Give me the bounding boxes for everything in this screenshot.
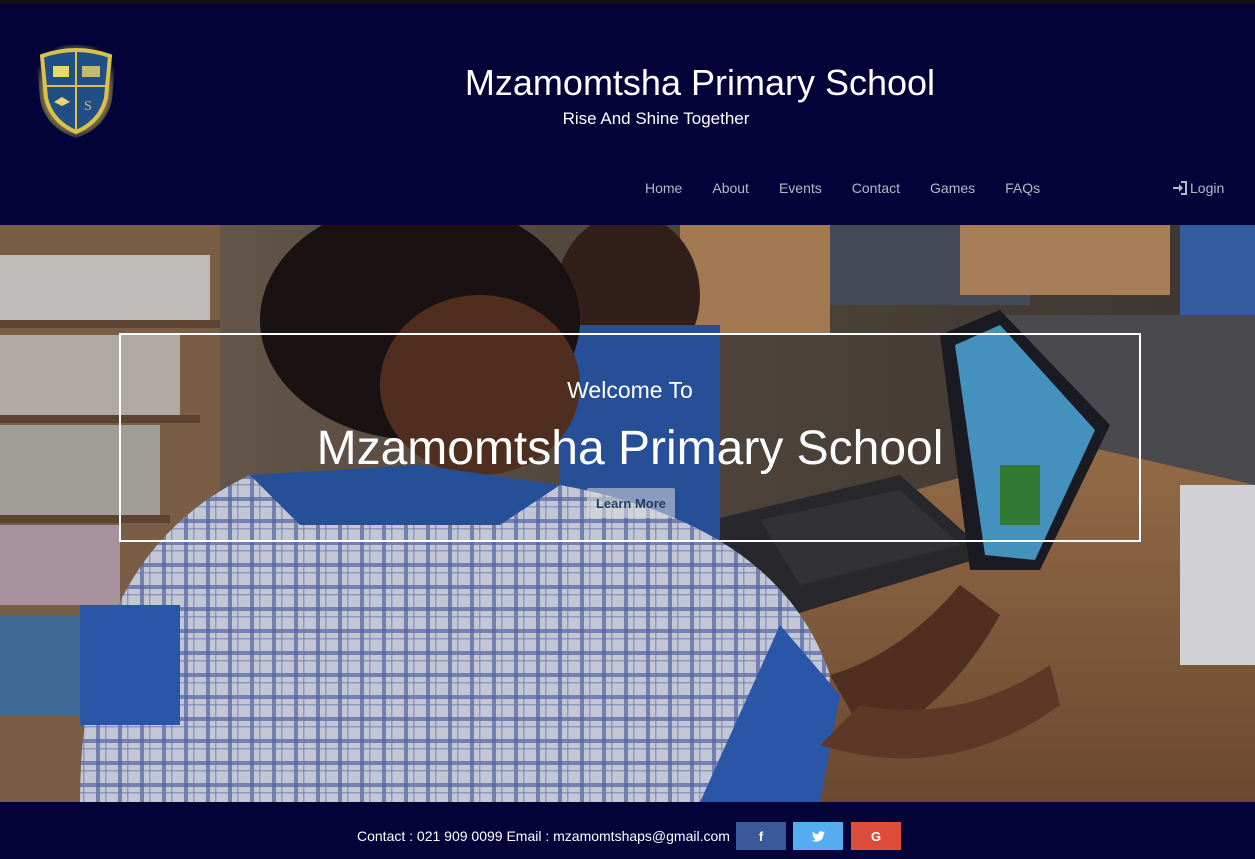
contact-info: Contact : 021 909 0099 Email : mzamomtsh… xyxy=(357,828,730,844)
main-nav: Home About Events Contact Games FAQs xyxy=(630,176,1055,200)
site-title: Mzamomtsha Primary School xyxy=(464,62,936,103)
site-tagline: Rise And Shine Together xyxy=(562,109,750,128)
nav-games[interactable]: Games xyxy=(915,176,990,200)
nav-contact[interactable]: Contact xyxy=(837,176,915,200)
nav-about[interactable]: About xyxy=(697,176,764,200)
nav-events[interactable]: Events xyxy=(764,176,837,200)
hero-banner: Welcome To Mzamomtsha Primary School Lea… xyxy=(0,225,1255,802)
login-label: Login xyxy=(1190,180,1225,196)
welcome-heading: Welcome To xyxy=(567,377,693,403)
site-footer: Contact : 021 909 0099 Email : mzamomtsh… xyxy=(0,802,1255,859)
google-icon: G xyxy=(870,828,882,844)
twitter-button[interactable] xyxy=(793,822,843,850)
hero-title: Mzamomtsha Primary School xyxy=(316,422,944,475)
welcome-box: Welcome To Mzamomtsha Primary School Lea… xyxy=(119,333,1141,542)
facebook-icon: f xyxy=(758,828,764,844)
site-header: S Mzamomtsha Primary School Rise And Shi… xyxy=(0,4,1255,225)
google-button[interactable]: G xyxy=(851,822,901,850)
login-link[interactable]: Login xyxy=(1172,176,1224,200)
twitter-icon xyxy=(811,830,825,842)
nav-faqs[interactable]: FAQs xyxy=(990,176,1055,200)
login-icon xyxy=(1173,181,1187,195)
facebook-button[interactable]: f xyxy=(736,822,786,850)
learn-more-button[interactable]: Learn More xyxy=(587,488,675,518)
nav-home[interactable]: Home xyxy=(630,176,697,200)
